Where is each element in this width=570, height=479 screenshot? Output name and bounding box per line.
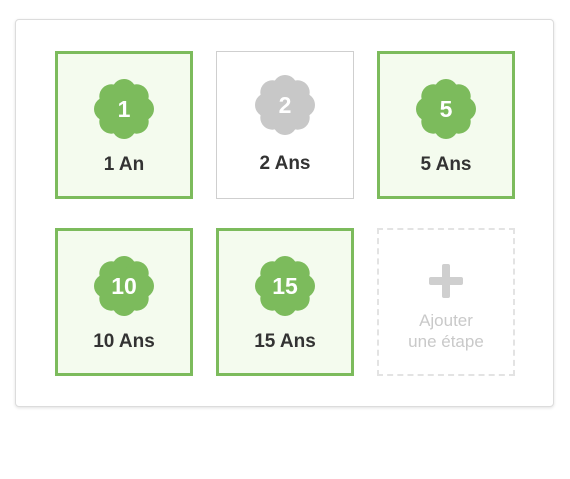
milestone-number: 15 [272,273,298,299]
add-step-button[interactable]: Ajouter une étape [377,228,515,376]
add-step-line1: Ajouter [419,311,473,330]
milestone-label: 5 Ans [420,154,472,175]
flower-badge-icon: 15 [254,255,316,317]
milestone-number: 10 [111,273,137,299]
milestone-label: 2 Ans [259,153,311,174]
flower-badge-icon: 10 [93,255,155,317]
milestone-card-1[interactable]: 1 1 An [55,51,193,199]
plus-icon [429,264,463,298]
flower-badge-icon: 1 [93,78,155,140]
milestone-label: 10 Ans [93,331,155,352]
add-step-label: Ajouter une étape [379,310,513,352]
milestone-number: 1 [117,96,131,122]
milestone-card-15[interactable]: 15 15 Ans [216,228,354,376]
milestone-card-10[interactable]: 10 10 Ans [55,228,193,376]
milestone-label: 1 An [103,154,145,175]
add-step-line2: une étape [408,332,484,351]
milestone-card-2[interactable]: 2 2 Ans [216,51,354,199]
milestone-label: 15 Ans [254,331,316,352]
milestone-card-5[interactable]: 5 5 Ans [377,51,515,199]
flower-badge-icon: 2 [254,74,316,136]
milestones-panel: 1 1 An 2 2 Ans 5 5 Ans 10 10 Ans 15 15 A… [15,19,554,407]
milestone-number: 5 [439,96,453,122]
milestone-number: 2 [278,92,292,118]
flower-badge-icon: 5 [415,78,477,140]
